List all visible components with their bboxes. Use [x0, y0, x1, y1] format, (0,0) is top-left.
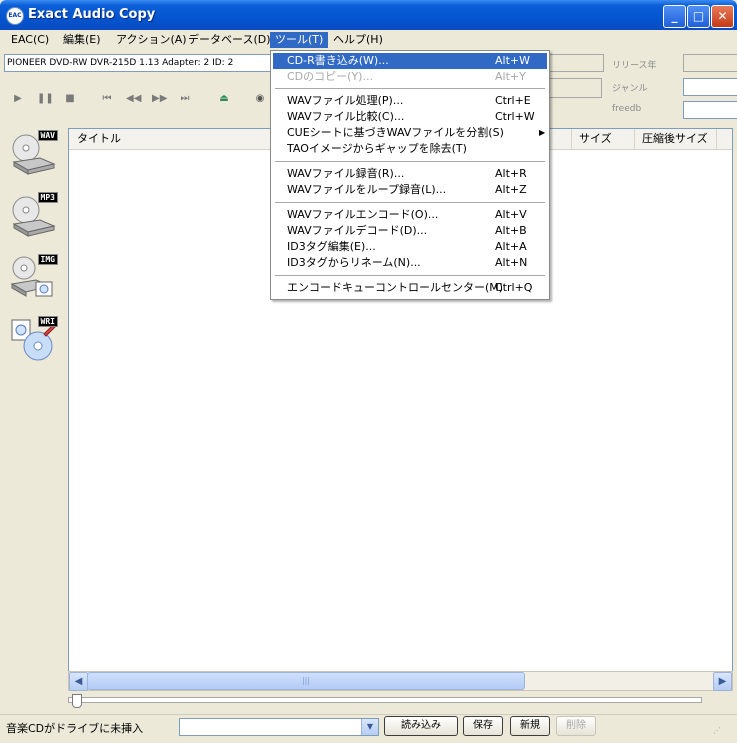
menu-item-label: WAVファイルデコード(D)... [287, 224, 428, 237]
menu-item-shortcut: Alt+Z [495, 183, 527, 196]
menu-item-split-by-cue[interactable]: CUEシートに基づきWAVファイルを分割(S) ▶ [273, 125, 547, 141]
maximize-button[interactable]: □ [687, 5, 710, 28]
menu-item-wav-encode[interactable]: WAVファイルエンコード(O)... Alt+V [273, 207, 547, 223]
menu-item-shortcut: Alt+A [495, 240, 527, 253]
menu-item-id3-edit[interactable]: ID3タグ編集(E)... Alt+A [273, 239, 547, 255]
menu-item-encode-queue[interactable]: エンコードキューコントロールセンター(M) Ctrl+Q [273, 280, 547, 296]
menu-bar: EAC(C) 編集(E) アクション(A) データベース(D) ツール(T) ヘ… [0, 30, 737, 50]
menu-help[interactable]: ヘルプ(H) [328, 32, 388, 48]
chevron-down-icon[interactable]: ▼ [361, 719, 378, 735]
stop-icon[interactable]: ■ [63, 92, 77, 106]
label-genre: ジャンル [612, 84, 648, 94]
play-icon[interactable]: ▶ [11, 92, 25, 106]
eject-icon[interactable]: ⏏ [217, 92, 231, 106]
status-text: 音楽CDがドライブに未挿入 [6, 722, 144, 735]
delete-button[interactable]: 削除 [556, 716, 596, 736]
wri-tag: WRI [37, 316, 58, 327]
new-button[interactable]: 新規 [510, 716, 550, 736]
close-button[interactable]: ✕ [711, 5, 734, 28]
copy-mp3-button[interactable]: MP3 [10, 192, 58, 238]
rewind-icon[interactable]: ◀◀ [126, 92, 141, 106]
menu-action[interactable]: アクション(A) [111, 32, 192, 48]
scrollbar-thumb[interactable]: ||| [87, 672, 525, 690]
minimize-button[interactable]: _ [663, 5, 686, 28]
menu-item-wav-loop-record[interactable]: WAVファイルをループ録音(L)... Alt+Z [273, 182, 547, 198]
freedb-input[interactable] [683, 101, 737, 119]
menu-item-label: WAVファイル録音(R)... [287, 167, 405, 180]
tools-dropdown-menu: CD-R書き込み(W)... Alt+W CDのコピー(Y)... Alt+Y … [270, 50, 550, 300]
menu-item-shortcut: Alt+W [495, 54, 530, 67]
img-tag: IMG [37, 254, 58, 265]
menu-item-wav-compare[interactable]: WAVファイル比較(C)... Ctrl+W [273, 109, 547, 125]
field-year-tail[interactable] [548, 78, 602, 98]
pause-icon[interactable]: ❚❚ [37, 92, 54, 106]
genre-input[interactable] [683, 78, 737, 96]
menu-item-shortcut: Ctrl+W [495, 110, 535, 123]
menu-separator [275, 202, 545, 203]
menu-item-cd-copy[interactable]: CDのコピー(Y)... Alt+Y [273, 69, 547, 85]
copy-image-button[interactable]: IMG [10, 254, 58, 300]
app-icon[interactable]: EAC [6, 7, 24, 25]
resize-grip-icon[interactable]: ⋰ [713, 726, 733, 740]
menu-item-label: WAVファイル処理(P)... [287, 94, 404, 107]
label-release-year: リリース年 [612, 61, 657, 71]
horizontal-scrollbar[interactable]: ◀ ||| ▶ [68, 671, 733, 691]
column-compressed-size[interactable]: 圧縮後サイズ [634, 129, 717, 149]
menu-item-label: エンコードキューコントロールセンター(M) [287, 281, 504, 294]
menu-item-shortcut: Alt+B [495, 224, 527, 237]
disc-icon[interactable]: ◉ [253, 92, 267, 106]
fast-forward-icon[interactable]: ▶▶ [152, 92, 167, 106]
menu-item-shortcut: Alt+V [495, 208, 527, 221]
scroll-right-icon[interactable]: ▶ [713, 672, 732, 691]
drive-select[interactable]: PIONEER DVD-RW DVR-215D 1.13 Adapter: 2 … [4, 54, 274, 72]
field-artist-tail[interactable] [548, 54, 604, 72]
menu-item-label: TAOイメージからギャップを除去(T) [287, 142, 467, 155]
menu-item-remove-gaps[interactable]: TAOイメージからギャップを除去(T) [273, 141, 547, 157]
menu-item-shortcut: Alt+Y [495, 70, 526, 83]
menu-item-cdr-write[interactable]: CD-R書き込み(W)... Alt+W [273, 53, 547, 69]
column-size[interactable]: サイズ [571, 129, 635, 149]
release-year-input[interactable] [683, 54, 737, 72]
menu-item-wav-decode[interactable]: WAVファイルデコード(D)... Alt+B [273, 223, 547, 239]
save-button[interactable]: 保存 [463, 716, 503, 736]
copy-wav-button[interactable]: WAV [10, 130, 58, 176]
menu-item-wav-record[interactable]: WAVファイル録音(R)... Alt+R [273, 166, 547, 182]
menu-item-label: WAVファイルをループ録音(L)... [287, 183, 447, 196]
menu-separator [275, 161, 545, 162]
menu-edit[interactable]: 編集(E) [58, 32, 106, 48]
previous-track-icon[interactable]: ⏮ [100, 92, 114, 106]
menu-item-shortcut: Ctrl+E [495, 94, 531, 107]
menu-item-shortcut: Alt+R [495, 167, 527, 180]
menu-item-id3-rename[interactable]: ID3タグからリネーム(N)... Alt+N [273, 255, 547, 271]
menu-database[interactable]: データベース(D) [183, 32, 276, 48]
window-title: Exact Audio Copy [28, 7, 156, 22]
menu-item-wav-process[interactable]: WAVファイル処理(P)... Ctrl+E [273, 93, 547, 109]
label-freedb: freedb [612, 104, 642, 114]
next-track-icon[interactable]: ⏭ [178, 92, 192, 106]
menu-item-label: WAVファイル比較(C)... [287, 110, 405, 123]
menu-item-label: ID3タグ編集(E)... [287, 240, 376, 253]
menu-item-label: CD-R書き込み(W)... [287, 54, 389, 67]
scroll-left-icon[interactable]: ◀ [69, 672, 88, 691]
menu-item-shortcut: Alt+N [495, 256, 528, 269]
position-slider-thumb[interactable] [72, 694, 82, 708]
menu-item-label: CUEシートに基づきWAVファイルを分割(S) [287, 126, 504, 139]
menu-item-label: CDのコピー(Y)... [287, 70, 373, 83]
status-combo[interactable]: ▼ [179, 718, 379, 736]
read-button[interactable]: 読み込み [384, 716, 458, 736]
menu-eac[interactable]: EAC(C) [6, 32, 54, 48]
write-cd-button[interactable]: WRI [10, 316, 58, 362]
menu-separator [275, 88, 545, 89]
menu-tools[interactable]: ツール(T) [270, 32, 329, 48]
position-slider-track[interactable] [68, 697, 702, 703]
wav-tag: WAV [37, 130, 58, 141]
menu-item-label: WAVファイルエンコード(O)... [287, 208, 439, 221]
menu-item-shortcut: Ctrl+Q [495, 281, 533, 294]
mp3-tag: MP3 [37, 192, 58, 203]
menu-item-label: ID3タグからリネーム(N)... [287, 256, 421, 269]
submenu-arrow-icon: ▶ [539, 128, 546, 137]
menu-separator [275, 275, 545, 276]
